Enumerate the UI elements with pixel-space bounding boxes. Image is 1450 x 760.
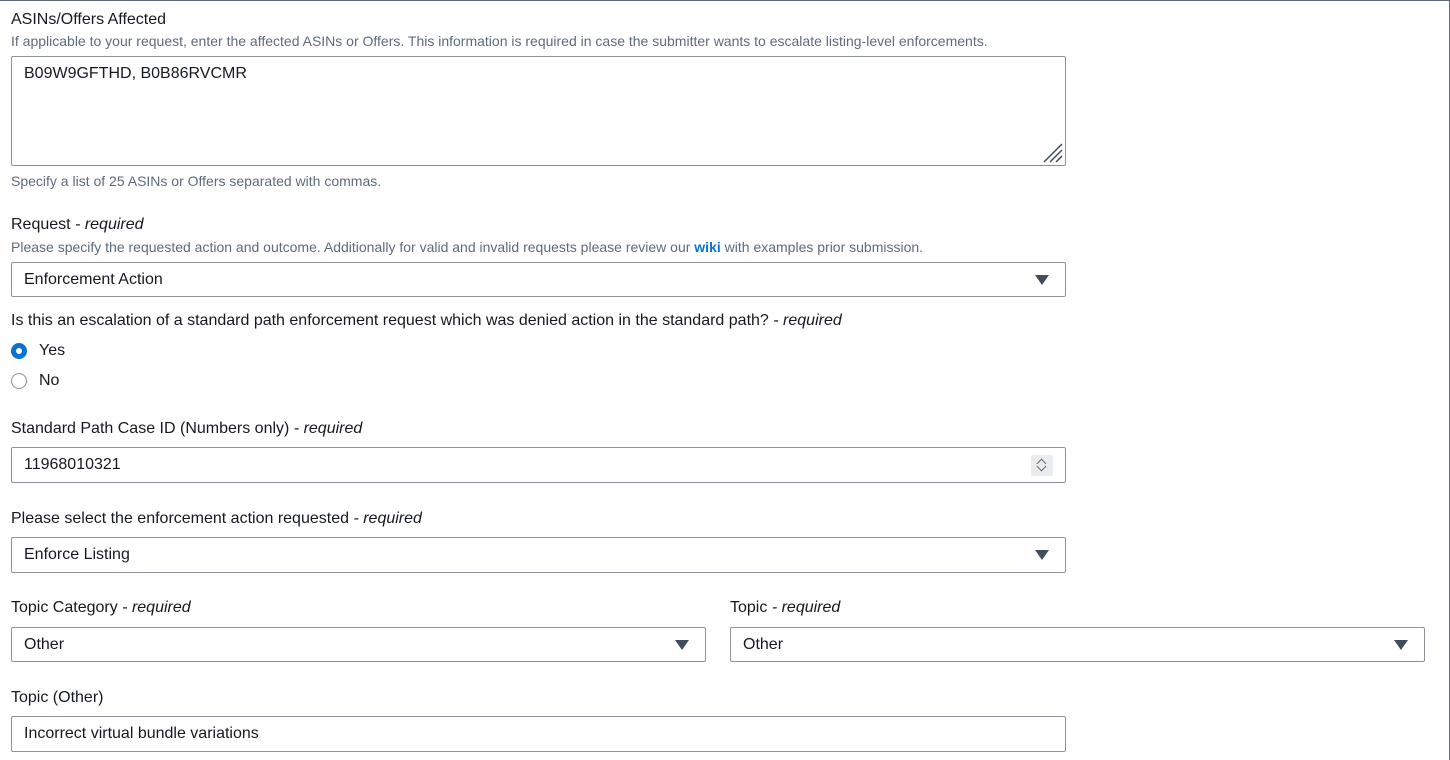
asins-label: ASINs/Offers Affected xyxy=(11,11,167,28)
topic-other-input[interactable]: Incorrect virtual bundle variations xyxy=(11,716,1066,752)
enforcement-action-value: Enforce Listing xyxy=(24,546,130,563)
enforcement-action-select[interactable]: Enforce Listing xyxy=(11,537,1066,573)
topic-category-required: - required xyxy=(122,599,191,616)
escalation-question-text: Is this an escalation of a standard path… xyxy=(11,312,769,329)
case-id-label-text: Standard Path Case ID (Numbers only) xyxy=(11,420,290,437)
request-description-before: Please specify the requested action and … xyxy=(11,239,695,255)
radio-option-yes[interactable]: Yes xyxy=(11,341,91,361)
radio-option-no[interactable]: No xyxy=(11,371,91,391)
topic-value: Other xyxy=(743,635,784,653)
topic-label: Topic - required xyxy=(730,598,840,618)
request-select[interactable]: Enforcement Action xyxy=(11,262,1066,297)
request-description: Please specify the requested action and … xyxy=(11,238,923,256)
wiki-link[interactable]: wiki xyxy=(694,239,720,255)
topic-category-select[interactable]: Other xyxy=(11,627,706,662)
number-stepper-icon[interactable] xyxy=(1031,455,1053,476)
asins-textarea-value: B09W9GFTHD, B0B86RVCMR xyxy=(24,65,247,82)
topic-label-text: Topic xyxy=(730,599,768,616)
request-label: Request - required xyxy=(11,215,144,235)
topic-required: - required xyxy=(771,599,841,616)
request-select-value: Enforcement Action xyxy=(24,270,163,288)
caret-down-icon xyxy=(1394,639,1408,650)
topic-category-value: Other xyxy=(24,635,65,653)
topic-other-label: Topic (Other) xyxy=(11,689,104,706)
case-id-value: 11968010321 xyxy=(24,456,121,473)
enforcement-action-required: - required xyxy=(353,510,422,527)
topic-select[interactable]: Other xyxy=(730,627,1425,662)
radio-button-no[interactable] xyxy=(11,373,27,389)
asins-description: If applicable to your request, enter the… xyxy=(11,33,988,49)
asins-hint: Specify a list of 25 ASINs or Offers sep… xyxy=(11,173,382,189)
resize-handle-icon[interactable] xyxy=(1041,141,1063,163)
radio-label-no: No xyxy=(39,372,60,389)
case-id-input[interactable]: 11968010321 xyxy=(11,447,1066,483)
topic-other-value: Incorrect virtual bundle variations xyxy=(24,725,259,742)
caret-down-icon xyxy=(1035,550,1049,560)
radio-label-yes: Yes xyxy=(39,342,66,359)
request-description-after: with examples prior submission. xyxy=(720,239,924,255)
escalation-question: Is this an escalation of a standard path… xyxy=(11,311,842,331)
caret-down-icon xyxy=(1035,274,1049,285)
escalation-required: - required xyxy=(773,312,842,329)
caret-down-icon xyxy=(675,639,689,650)
case-id-required: - required xyxy=(293,420,363,437)
topic-category-label-text: Topic Category xyxy=(11,599,118,616)
radio-button-yes[interactable] xyxy=(11,343,27,359)
request-label-text: Request xyxy=(11,216,71,233)
case-id-label: Standard Path Case ID (Numbers only) - r… xyxy=(11,419,362,439)
asins-textarea[interactable]: B09W9GFTHD, B0B86RVCMR xyxy=(11,56,1066,166)
enforcement-action-label-text: Please select the enforcement action req… xyxy=(11,510,349,527)
topic-category-label: Topic Category - required xyxy=(11,598,191,618)
request-required: - required xyxy=(75,216,144,233)
enforcement-action-label: Please select the enforcement action req… xyxy=(11,509,422,529)
